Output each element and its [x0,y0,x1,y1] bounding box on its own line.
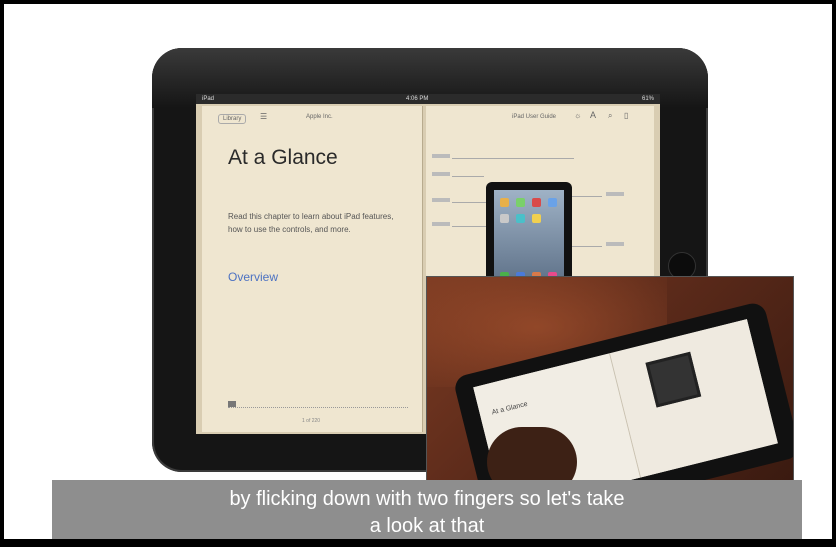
status-bar: iPad 4:06 PM 61% [196,94,660,104]
scrubber-thumb[interactable] [228,401,236,407]
library-button[interactable]: Library [218,114,247,124]
video-ipad-picture [645,351,702,408]
callout-line [452,176,484,177]
callout-line [452,226,486,227]
hand [487,427,577,481]
callout-line [572,246,602,247]
left-page: Library ☰ Apple Inc. At a Glance Read th… [202,106,423,432]
callout-label [606,242,624,246]
contents-icon[interactable]: ☰ [260,112,267,121]
reader-toolbar-left: Library ☰ Apple Inc. [202,106,422,126]
font-size-icon[interactable]: A [590,110,596,120]
guide-title: iPad User Guide [512,114,557,120]
page-number: 1 of 220 [302,418,321,424]
callout-label [432,198,450,202]
video-inset: At a Glance [426,276,794,482]
callout-label [606,192,624,196]
carrier-label: iPad [202,96,215,102]
subtitle-box: by flicking down with two fingers so let… [52,480,802,543]
callout-label [432,222,450,226]
subtitle-line-2: a look at that [369,515,485,537]
book-title: Apple Inc. [306,114,333,120]
letterbox-bar [0,539,836,547]
reader-toolbar-right: iPad User Guide ☼ A ⌕ ▯ [426,106,654,126]
brightness-icon[interactable]: ☼ [574,111,581,120]
callout-line [452,158,574,159]
page-scrubber[interactable] [228,401,408,408]
search-icon[interactable]: ⌕ [608,111,612,121]
video-frame: iPad 4:06 PM 61% Library ☰ Apple Inc. At… [4,4,832,543]
chapter-title: At a Glance [228,146,338,169]
subtitle-line-1: by flicking down with two fingers so let… [229,488,625,510]
callout-label [432,172,450,176]
clock: 4:06 PM [406,96,429,102]
callout-label [432,154,450,158]
callout-line [452,202,486,203]
bookmark-icon[interactable]: ▯ [624,111,628,120]
chapter-intro: Read this chapter to learn about iPad fe… [228,212,394,234]
battery-indicator: 61% [641,96,654,102]
callout-line [572,196,602,197]
overview-link[interactable]: Overview [228,270,278,284]
video-chapter-title: At a Glance [491,400,529,417]
